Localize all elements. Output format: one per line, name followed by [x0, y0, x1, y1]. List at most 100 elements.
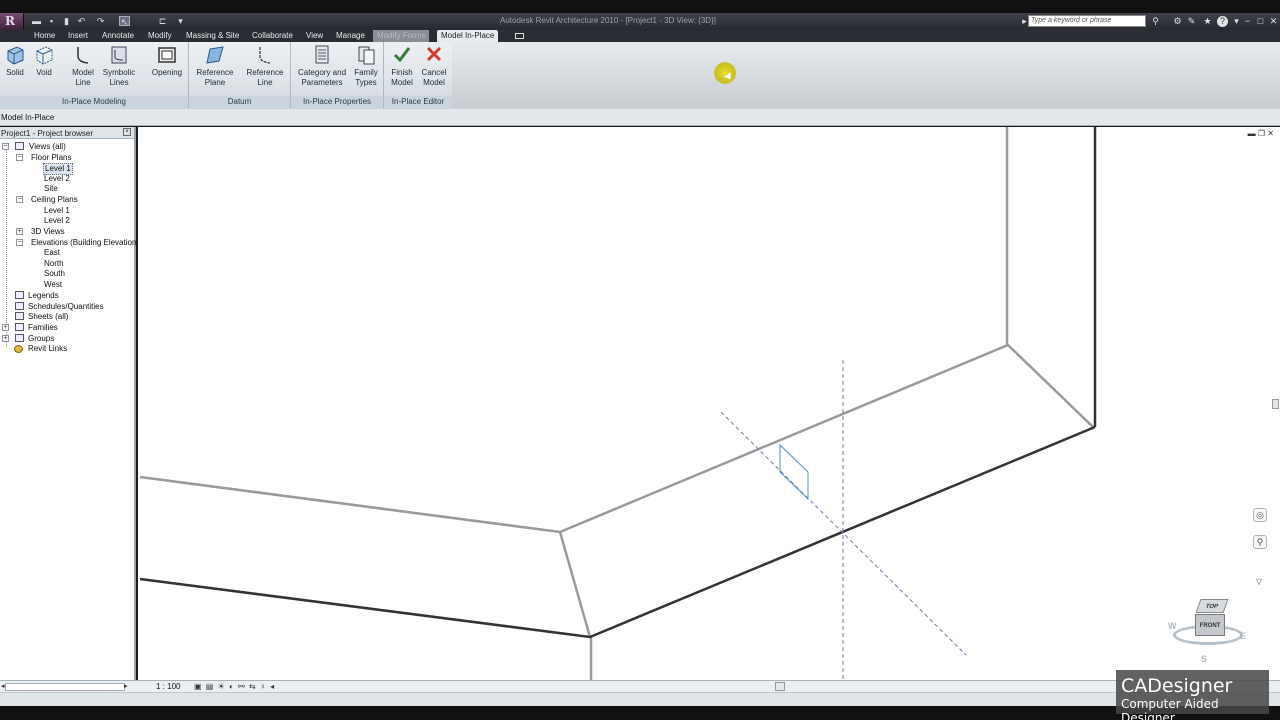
- measure-icon[interactable]: ⊏: [157, 16, 168, 26]
- tree-item-cp-level-2[interactable]: Level 2: [44, 216, 70, 226]
- symbolic-lines-label-2: Lines: [109, 78, 129, 87]
- tab-modify[interactable]: Modify: [148, 30, 172, 42]
- void-button[interactable]: Void: [33, 44, 55, 78]
- drawing-area-3d-view[interactable]: ▬ ❐ ✕ ◎ ⚲ ▽ TOP FRONT W E S: [138, 127, 1280, 680]
- tree-item-legends[interactable]: Legends: [28, 291, 59, 301]
- view-control-icons[interactable]: ▣ ▤ ☀ ◐ ⚯ ⇆ ♀ ◂: [194, 682, 275, 691]
- tree-item-families[interactable]: Families: [28, 323, 58, 333]
- subscription-icon[interactable]: ⚙: [1172, 16, 1183, 27]
- cancel-x-icon: [426, 46, 442, 62]
- tree-item-elevations[interactable]: Elevations (Building Elevation: [31, 238, 136, 248]
- project-browser-close-button[interactable]: ×: [123, 128, 131, 136]
- undo-icon[interactable]: ↶: [76, 16, 87, 26]
- reference-plane-label-1: Reference: [196, 68, 234, 77]
- minimize-button[interactable]: −: [1242, 15, 1253, 27]
- canvas-horizontal-scrollbar-thumb[interactable]: [775, 682, 785, 691]
- view-scale[interactable]: 1 : 100: [156, 682, 180, 691]
- symbolic-lines-button[interactable]: Symbolic Lines: [101, 44, 137, 88]
- family-types-button[interactable]: Family Types: [352, 44, 380, 88]
- void-label: Void: [36, 68, 52, 77]
- family-types-icon: [358, 46, 375, 65]
- tab-home[interactable]: Home: [34, 30, 55, 42]
- tree-item-revit-links[interactable]: Revit Links: [28, 344, 67, 354]
- scroll-left-icon[interactable]: ◂: [1, 682, 5, 690]
- tree-item-groups[interactable]: Groups: [28, 334, 54, 344]
- qat-dropdown-icon[interactable]: ▾: [175, 16, 186, 26]
- tree-item-ceiling-plans[interactable]: Ceiling Plans: [31, 195, 78, 205]
- watermark-title: CADesigner: [1121, 675, 1233, 697]
- zoom-icon[interactable]: ⚲: [1253, 535, 1267, 549]
- modify-arrow-icon[interactable]: ↖: [119, 16, 130, 27]
- symbolic-lines-icon: [111, 46, 127, 64]
- tree-item-schedules[interactable]: Schedules/Quantities: [28, 302, 104, 312]
- view-cube-top-face[interactable]: TOP: [1195, 599, 1229, 613]
- collapse-views-icon[interactable]: −: [2, 143, 9, 150]
- tree-item-cp-level-1[interactable]: Level 1: [44, 206, 70, 216]
- reference-plane-button[interactable]: Reference Plane: [195, 44, 235, 88]
- view-window-controls[interactable]: ▬ ❐ ✕: [1248, 129, 1274, 138]
- sync-icon[interactable]: ▮: [61, 16, 72, 26]
- opening-button[interactable]: Opening: [150, 44, 184, 78]
- favorites-icon[interactable]: ★: [1202, 16, 1213, 27]
- tab-insert[interactable]: Insert: [68, 30, 88, 42]
- tree-item-fp-level-2[interactable]: Level 2: [44, 174, 70, 184]
- tree-item-east[interactable]: East: [44, 248, 60, 258]
- tree-item-3d-views[interactable]: 3D Views: [31, 227, 65, 237]
- category-parameters-icon: [315, 45, 329, 64]
- application-menu-button[interactable]: R: [0, 13, 24, 30]
- collapse-ceiling-plans-icon[interactable]: −: [16, 196, 23, 203]
- view-cube-front-face[interactable]: FRONT: [1195, 614, 1225, 636]
- solid-button[interactable]: Solid: [4, 44, 26, 78]
- ribbon-minimize-icon[interactable]: [515, 33, 524, 39]
- binoculars-icon[interactable]: ⚲: [1150, 16, 1161, 27]
- tree-item-west[interactable]: West: [44, 280, 62, 290]
- help-icon[interactable]: ?: [1217, 16, 1228, 27]
- help-dropdown-icon[interactable]: ▾: [1231, 16, 1242, 27]
- tab-annotate[interactable]: Annotate: [102, 30, 134, 42]
- nav-dropdown-icon[interactable]: ▽: [1256, 577, 1262, 586]
- open-icon[interactable]: ▬: [31, 16, 42, 26]
- scroll-right-icon[interactable]: ▸: [124, 682, 128, 690]
- close-button[interactable]: ✕: [1268, 15, 1279, 27]
- compass-east-label: E: [1240, 631, 1247, 641]
- collapse-elevations-icon[interactable]: −: [16, 239, 23, 246]
- expand-3d-views-icon[interactable]: +: [16, 228, 23, 235]
- legends-icon: [15, 291, 24, 299]
- tree-item-floor-plans[interactable]: Floor Plans: [31, 153, 71, 163]
- tree-item-views-all[interactable]: Views (all): [29, 142, 66, 152]
- tab-manage[interactable]: Manage: [336, 30, 365, 42]
- browser-horizontal-scrollbar[interactable]: [5, 683, 125, 691]
- vertical-scrollbar-thumb[interactable]: [1272, 399, 1279, 409]
- tab-view[interactable]: View: [306, 30, 323, 42]
- watermark: CADesigner Computer Aided Designer: [1116, 670, 1269, 720]
- tree-item-sheets[interactable]: Sheets (all): [28, 312, 68, 322]
- tab-model-in-place[interactable]: Model In-Place: [437, 30, 499, 42]
- model-line-button[interactable]: Model Line: [69, 44, 97, 88]
- reference-line-icon: [259, 47, 271, 64]
- tab-massing-site[interactable]: Massing & Site: [186, 30, 239, 42]
- steering-wheel-icon[interactable]: ◎: [1253, 508, 1267, 522]
- tree-item-north[interactable]: North: [44, 259, 64, 269]
- tree-item-south[interactable]: South: [44, 269, 65, 279]
- expand-groups-icon[interactable]: +: [2, 335, 9, 342]
- cancel-model-button[interactable]: Cancel Model: [420, 44, 448, 88]
- communication-icon[interactable]: ✎: [1186, 16, 1197, 27]
- view-cube[interactable]: TOP FRONT W E S: [1168, 597, 1248, 667]
- collapse-floor-plans-icon[interactable]: −: [16, 154, 23, 161]
- screen-bottom-border: [0, 706, 1280, 720]
- search-input[interactable]: Type a keyword or phrase: [1028, 15, 1146, 27]
- reference-line-button[interactable]: Reference Line: [245, 44, 285, 88]
- void-icon: [36, 46, 53, 65]
- tab-collaborate[interactable]: Collaborate: [252, 30, 293, 42]
- finish-model-button[interactable]: Finish Model: [388, 44, 416, 88]
- category-parameters-button[interactable]: Category and Parameters: [296, 44, 348, 88]
- tab-modify-forms[interactable]: Modify Forms: [373, 30, 430, 42]
- reference-line-label-2: Line: [257, 78, 273, 87]
- title-bar: R ▬ ▪ ▮ ↶ ↷ ↖ ⊏ ▾ Autodesk Revit Archite…: [0, 13, 1280, 30]
- tree-item-fp-site[interactable]: Site: [44, 184, 58, 194]
- category-parameters-label-2: Parameters: [301, 78, 343, 87]
- maximize-button[interactable]: □: [1255, 15, 1266, 27]
- expand-families-icon[interactable]: +: [2, 324, 9, 331]
- save-icon[interactable]: ▪: [46, 16, 57, 26]
- redo-icon[interactable]: ↷: [95, 16, 106, 26]
